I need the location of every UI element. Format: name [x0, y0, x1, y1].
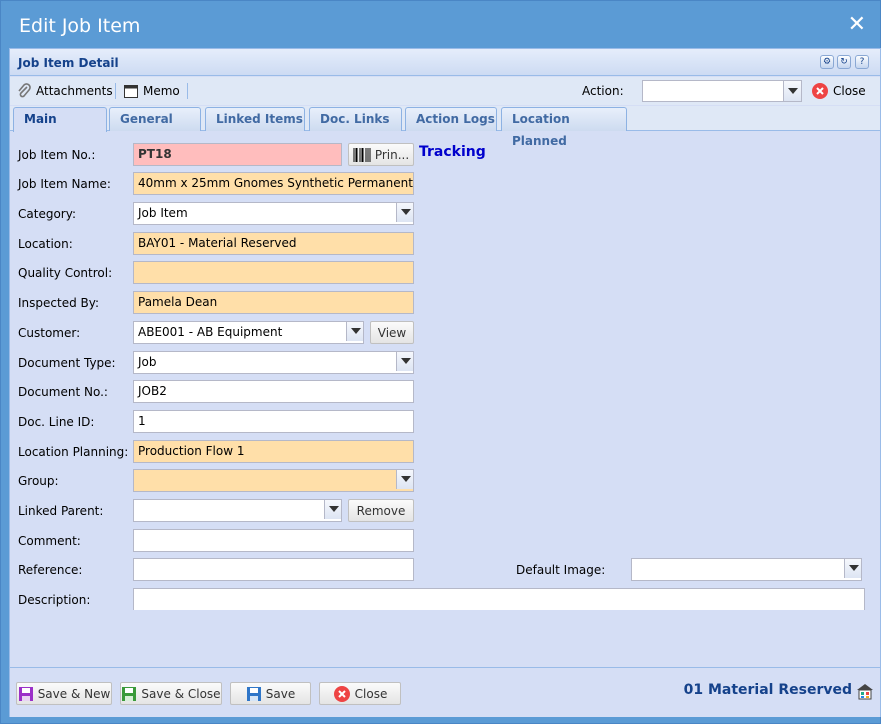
- inspected-by-label: Inspected By:: [18, 296, 100, 310]
- window-title: Edit Job Item: [19, 15, 141, 37]
- category-select[interactable]: Job Item: [133, 202, 414, 225]
- inspected-by-field[interactable]: Pamela Dean: [133, 291, 414, 314]
- job-item-detail-panel: Job Item Detail ⚙ ↻ ? Attachments Memo A…: [9, 48, 881, 717]
- job-item-no-field[interactable]: PT18: [133, 143, 342, 166]
- customer-value: ABE001 - AB Equipment: [138, 325, 283, 339]
- toolbar: Attachments Memo Action: Close: [10, 77, 880, 105]
- panel-header: Job Item Detail ⚙ ↻ ?: [10, 49, 880, 76]
- tab-action-logs[interactable]: Action Logs: [405, 107, 497, 131]
- job-item-name-label: Job Item Name:: [18, 177, 111, 191]
- status-text: 01 Material Reserved: [683, 682, 852, 698]
- chevron-down-icon[interactable]: [346, 322, 363, 341]
- default-image-select[interactable]: [631, 558, 862, 581]
- footer: Save & New Save & Close Save Close 01 Ma…: [10, 667, 880, 717]
- description-label: Description:: [18, 593, 91, 607]
- document-type-value: Job: [138, 355, 157, 369]
- edit-job-item-window: Edit Job Item ✕ Job Item Detail ⚙ ↻ ? At…: [0, 0, 881, 724]
- save-new-button[interactable]: Save & New: [16, 682, 112, 705]
- chevron-down-icon[interactable]: [396, 470, 413, 489]
- action-label: Action:: [582, 84, 624, 98]
- close-window-icon[interactable]: ✕: [848, 12, 866, 37]
- print-button[interactable]: Prin...: [348, 143, 414, 166]
- job-item-name-field[interactable]: 40mm x 25mm Gnomes Synthetic Permanent F: [133, 172, 414, 195]
- barcode-icon: [353, 147, 371, 162]
- save-new-label: Save & New: [37, 686, 111, 701]
- save-label: Save: [265, 686, 296, 701]
- save-icon: [18, 686, 33, 701]
- save-close-button[interactable]: Save & Close: [120, 682, 222, 705]
- chevron-down-icon[interactable]: [783, 81, 801, 101]
- toolbar-close-label: Close: [833, 84, 866, 98]
- save-icon: [122, 686, 137, 701]
- tab-general[interactable]: General: [109, 107, 201, 131]
- chevron-down-icon[interactable]: [396, 352, 413, 371]
- save-close-label: Save & Close: [141, 686, 221, 701]
- category-value: Job Item: [138, 206, 188, 220]
- description-field[interactable]: [133, 588, 865, 610]
- close-circle-icon: [812, 83, 828, 99]
- toolbar-divider: [115, 83, 116, 99]
- group-label: Group:: [18, 474, 59, 488]
- panel-title: Job Item Detail: [18, 56, 119, 70]
- save-button[interactable]: Save: [230, 682, 311, 705]
- title-bar: Edit Job Item ✕: [1, 1, 880, 49]
- default-image-label: Default Image:: [516, 563, 606, 577]
- linked-parent-select[interactable]: [133, 499, 342, 522]
- quality-control-label: Quality Control:: [18, 266, 113, 280]
- doc-line-id-field[interactable]: 1: [133, 410, 414, 433]
- refresh-icon[interactable]: ↻: [837, 55, 851, 69]
- attachments-button[interactable]: Attachments: [16, 82, 113, 100]
- customer-label: Customer:: [18, 326, 81, 340]
- paperclip-icon: [18, 83, 31, 98]
- location-status-icon: [857, 684, 873, 700]
- location-label: Location:: [18, 237, 73, 251]
- memo-label: Memo: [143, 84, 180, 98]
- linked-parent-label: Linked Parent:: [18, 504, 104, 518]
- tab-strip: Main General Linked Items Doc. Links Act…: [10, 106, 880, 148]
- toolbar-close-button[interactable]: Close: [811, 82, 866, 100]
- comment-label: Comment:: [18, 534, 81, 548]
- tab-doc-links[interactable]: Doc. Links: [309, 107, 402, 131]
- doc-line-id-label: Doc. Line ID:: [18, 415, 95, 429]
- chevron-down-icon[interactable]: [844, 559, 861, 578]
- remove-parent-button[interactable]: Remove: [348, 499, 414, 522]
- chevron-down-icon[interactable]: [324, 500, 341, 519]
- job-item-no-label: Job Item No.:: [18, 148, 96, 162]
- reference-label: Reference:: [18, 563, 83, 577]
- view-customer-button[interactable]: View: [370, 321, 414, 344]
- category-label: Category:: [18, 207, 76, 221]
- toolbar-divider: [187, 83, 188, 99]
- comment-field[interactable]: [133, 529, 414, 552]
- attachments-label: Attachments: [36, 84, 113, 98]
- reference-field[interactable]: [133, 558, 414, 581]
- print-label: Prin...: [374, 147, 410, 162]
- location-planning-field[interactable]: Production Flow 1: [133, 440, 414, 463]
- main-tab-body: Job Item No.: PT18 Prin... Tracking Job …: [10, 132, 880, 667]
- action-select[interactable]: [642, 80, 802, 102]
- gear-icon[interactable]: ⚙: [820, 55, 834, 69]
- location-field[interactable]: BAY01 - Material Reserved: [133, 232, 414, 255]
- chevron-down-icon[interactable]: [396, 203, 413, 222]
- tab-main[interactable]: Main: [13, 107, 107, 132]
- help-icon[interactable]: ?: [855, 55, 869, 69]
- tab-linked-items[interactable]: Linked Items: [205, 107, 305, 131]
- document-no-field[interactable]: JOB2: [133, 380, 414, 403]
- tab-location-planned[interactable]: Location Planned: [501, 107, 627, 148]
- tracking-link[interactable]: Tracking: [419, 144, 486, 160]
- document-no-label: Document No.:: [18, 385, 108, 399]
- group-select[interactable]: [133, 469, 414, 492]
- close-circle-icon: [333, 685, 350, 702]
- customer-select[interactable]: ABE001 - AB Equipment: [133, 321, 364, 344]
- save-icon: [246, 686, 261, 701]
- document-type-label: Document Type:: [18, 356, 116, 370]
- document-type-select[interactable]: Job: [133, 351, 414, 374]
- close-button[interactable]: Close: [319, 682, 401, 705]
- quality-control-field[interactable]: [133, 261, 414, 284]
- calendar-icon: [124, 85, 138, 98]
- location-planning-label: Location Planning:: [18, 445, 129, 459]
- close-label: Close: [354, 686, 388, 701]
- memo-button[interactable]: Memo: [123, 82, 180, 100]
